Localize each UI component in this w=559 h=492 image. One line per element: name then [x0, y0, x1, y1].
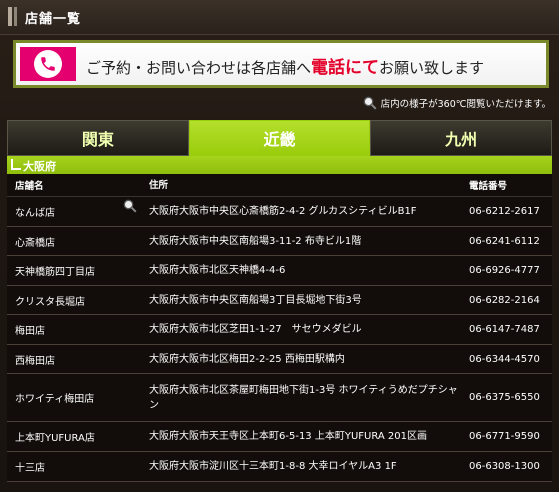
- store-address: 大阪府大阪市中央区南船場3-11-2 布寺ビル1階: [149, 235, 362, 247]
- banner-text-before: ご予約・お問い合わせは各店舗へ: [86, 59, 312, 77]
- header-address: 住所: [149, 179, 169, 191]
- store-phone: 06-6308-1300: [469, 461, 540, 472]
- store-address: 大阪府大阪市天王寺区上本町6-5-13 上本町YUFURA 201区画: [149, 431, 427, 442]
- table-row: 十三店 大阪府大阪市淀川区十三本町1-8-8 大幸ロイヤルA3 1F 06-6308…: [7, 452, 552, 482]
- store-name-text: 天神橋筋四丁目店: [15, 267, 95, 278]
- store-address: 大阪府大阪市北区茶屋町梅田地下街1-3号 ホワイティうめだプチシャン: [149, 384, 458, 411]
- store-name[interactable]: 十三店: [7, 459, 141, 474]
- contact-banner: ご予約・お問い合わせは各店舗へ電話にてお願い致します: [13, 40, 549, 88]
- store-address: 大阪府大阪市中央区心斎橋筋2-4-2 グルカスシティビルB1F: [149, 206, 417, 217]
- magnifier-icon[interactable]: [123, 199, 137, 216]
- page-header: 店舗一覧: [0, 0, 559, 35]
- store-name-text: 心斎橋店: [15, 237, 55, 249]
- phone-icon: [34, 50, 62, 78]
- header-name: 店舗名: [15, 181, 44, 192]
- store-phone: 06-6147-7487: [469, 324, 540, 335]
- store-name[interactable]: 西梅田店: [7, 352, 141, 367]
- store-name-text: 西梅田店: [15, 355, 55, 367]
- prefecture-heading: 大阪府: [7, 156, 552, 174]
- store-phone: 06-6344-4570: [469, 353, 540, 365]
- banner-text-emphasis: 電話にて: [311, 58, 380, 78]
- store-name[interactable]: 心斎橋店: [7, 234, 141, 249]
- store-phone: 06-6241-6112: [469, 235, 540, 247]
- banner-text: ご予約・お問い合わせは各店舗へ電話にてお願い致します: [86, 53, 484, 78]
- table-body: なんば店 大阪府大阪市中央区心斎橋筋2-4-2 グルカスシティビルB1F 06-62…: [7, 197, 552, 482]
- prefecture-label: 大阪府: [23, 160, 56, 173]
- header-bar-decor-2: [14, 7, 17, 26]
- 360-note: 店内の様子が360℃閲覧いただけます。: [363, 96, 551, 110]
- banner-text-after: お願い致します: [379, 59, 485, 77]
- table-header: 店舗名 住所 電話番号: [7, 174, 552, 197]
- phone-icon-box: [20, 47, 76, 81]
- store-phone: 06-6771-9590: [469, 431, 540, 442]
- tab-kyushu[interactable]: 九州: [370, 120, 553, 156]
- table-row: 天神橋筋四丁目店 大阪府大阪市北区天神橋4-4-6 06-6926-4777: [7, 256, 552, 286]
- store-phone: 06-6282-2164: [469, 294, 540, 306]
- magnifier-icon: [363, 96, 377, 110]
- store-name-text: ホワイティ梅田店: [15, 394, 95, 405]
- table-row: 上本町YUFURA店 大阪府大阪市天王寺区上本町6-5-13 上本町YUFURA …: [7, 422, 552, 452]
- 360-note-text: 店内の様子が360℃閲覧いただけます。: [380, 99, 551, 110]
- store-phone: 06-6212-2617: [469, 206, 540, 217]
- table-row: 西梅田店 大阪府大阪市北区梅田2-2-25 西梅田駅構内 06-6344-4570: [7, 345, 552, 374]
- page-title: 店舗一覧: [25, 12, 82, 27]
- store-name-text: なんば店: [15, 208, 55, 219]
- header-bar-decor: [8, 7, 12, 26]
- header-phone: 電話番号: [469, 181, 508, 192]
- table-row: クリスタ長堀店 大阪府大阪市中央区南船場3丁目長堀地下街3号 06-6282-216…: [7, 286, 552, 315]
- store-name-text: クリスタ長堀店: [15, 296, 85, 308]
- store-name[interactable]: 天神橋筋四丁目店: [7, 263, 141, 278]
- table-row: なんば店 大阪府大阪市中央区心斎橋筋2-4-2 グルカスシティビルB1F 06-62…: [7, 197, 552, 227]
- store-address: 大阪府大阪市北区梅田2-2-25 西梅田駅構内: [149, 353, 345, 365]
- store-name[interactable]: 上本町YUFURA店: [7, 429, 141, 444]
- tab-kinki[interactable]: 近畿: [188, 120, 371, 156]
- contact-banner-inner: ご予約・お問い合わせは各店舗へ電話にてお願い致します: [16, 43, 546, 85]
- store-name[interactable]: ホワイティ梅田店: [7, 390, 141, 405]
- store-table: 店舗名 住所 電話番号 なんば店 大阪府大阪市中央区心斎橋筋2-4-2 グルカスシ…: [7, 174, 552, 482]
- table-row: ホワイティ梅田店 大阪府大阪市北区茶屋町梅田地下街1-3号 ホワイティうめだプチシ…: [7, 374, 552, 422]
- store-phone: 06-6926-4777: [469, 265, 540, 276]
- store-name[interactable]: 梅田店: [7, 322, 141, 337]
- table-row: 心斎橋店 大阪府大阪市中央区南船場3-11-2 布寺ビル1階 06-6241-611…: [7, 227, 552, 256]
- store-name-text: 十三店: [15, 463, 45, 474]
- store-name[interactable]: なんば店: [7, 199, 141, 219]
- store-address: 大阪府大阪市淀川区十三本町1-8-8 大幸ロイヤルA3 1F: [149, 461, 397, 472]
- store-address: 大阪府大阪市北区天神橋4-4-6: [149, 265, 286, 276]
- tab-kanto[interactable]: 関東: [7, 120, 189, 156]
- corner-arrow-icon: [11, 159, 21, 170]
- region-tabs: 関東 近畿 九州: [7, 120, 553, 156]
- store-name-text: 上本町YUFURA店: [15, 433, 95, 444]
- store-address: 大阪府大阪市北区芝田1-1-27 サセウメダビル: [149, 324, 362, 335]
- store-address: 大阪府大阪市中央区南船場3丁目長堀地下街3号: [149, 294, 362, 306]
- table-row: 梅田店 大阪府大阪市北区芝田1-1-27 サセウメダビル 06-6147-7487: [7, 315, 552, 345]
- store-name[interactable]: クリスタ長堀店: [7, 293, 141, 308]
- store-phone: 06-6375-6550: [469, 392, 540, 403]
- store-name-text: 梅田店: [15, 326, 45, 337]
